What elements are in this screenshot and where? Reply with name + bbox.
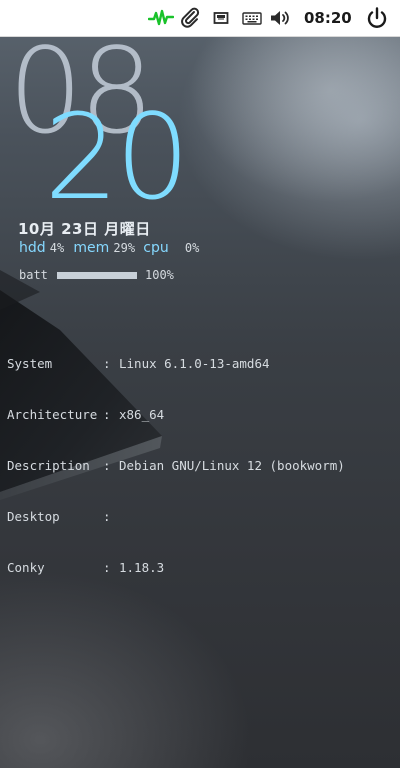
system-info: System: Linux 6.1.0-13-amd64 Architecture… (7, 321, 345, 593)
batt-label: batt (19, 268, 48, 282)
sysinfo-sep: : (103, 509, 111, 524)
sysinfo-sep: : (103, 407, 111, 422)
sysinfo-key: Architecture (7, 407, 98, 422)
sysinfo-row: Architecture: x86_64 (7, 406, 345, 423)
panel-clock[interactable]: 08:20 (304, 0, 352, 36)
batt-value: 100% (145, 268, 174, 282)
network-icon[interactable] (208, 0, 234, 36)
cpu-value: 0% (184, 241, 200, 255)
hdd-label: hdd (19, 240, 46, 256)
sysinfo-row: Desktop: (7, 508, 345, 525)
hdd-value: 4% (49, 241, 65, 255)
sysinfo-value: 1.18.3 (119, 560, 165, 575)
sysinfo-key: System (7, 356, 53, 371)
sysinfo-key: Description (7, 458, 90, 473)
system-monitor-icon[interactable] (146, 0, 176, 36)
paperclip-icon[interactable] (178, 0, 202, 36)
sysinfo-key: Conky (7, 560, 45, 575)
sysinfo-sep: : (103, 560, 111, 575)
sysinfo-value: Debian GNU/Linux 12 (bookworm) (119, 458, 345, 473)
battery-bar (57, 271, 137, 279)
keyboard-icon[interactable] (238, 0, 266, 36)
power-icon[interactable] (362, 0, 392, 36)
sysinfo-row: Conky:1.18.3 (7, 559, 345, 576)
volume-icon[interactable] (266, 0, 294, 36)
mem-label: mem (73, 240, 110, 256)
sysinfo-value: x86_64 (119, 407, 165, 422)
sysinfo-sep: : (103, 458, 111, 473)
mem-value: 29% (113, 241, 136, 255)
sysinfo-row: System: Linux 6.1.0-13-amd64 (7, 355, 345, 372)
sysinfo-row: Description: Debian GNU/Linux 12 (bookwor… (7, 457, 345, 474)
sysinfo-sep: : (103, 356, 111, 371)
conky-date: 10月 23日 月曜日 (18, 220, 151, 238)
cpu-label: cpu (143, 240, 169, 256)
battery-meter: batt 100% (19, 267, 174, 283)
battery-bar-fill (57, 271, 137, 279)
conky-usage-stats: hdd 4% mem 29% cpu 0% (19, 240, 199, 256)
sysinfo-value: Linux 6.1.0-13-amd64 (119, 356, 270, 371)
sysinfo-key: Desktop (7, 509, 60, 524)
conky-minute: 20 (44, 88, 190, 226)
